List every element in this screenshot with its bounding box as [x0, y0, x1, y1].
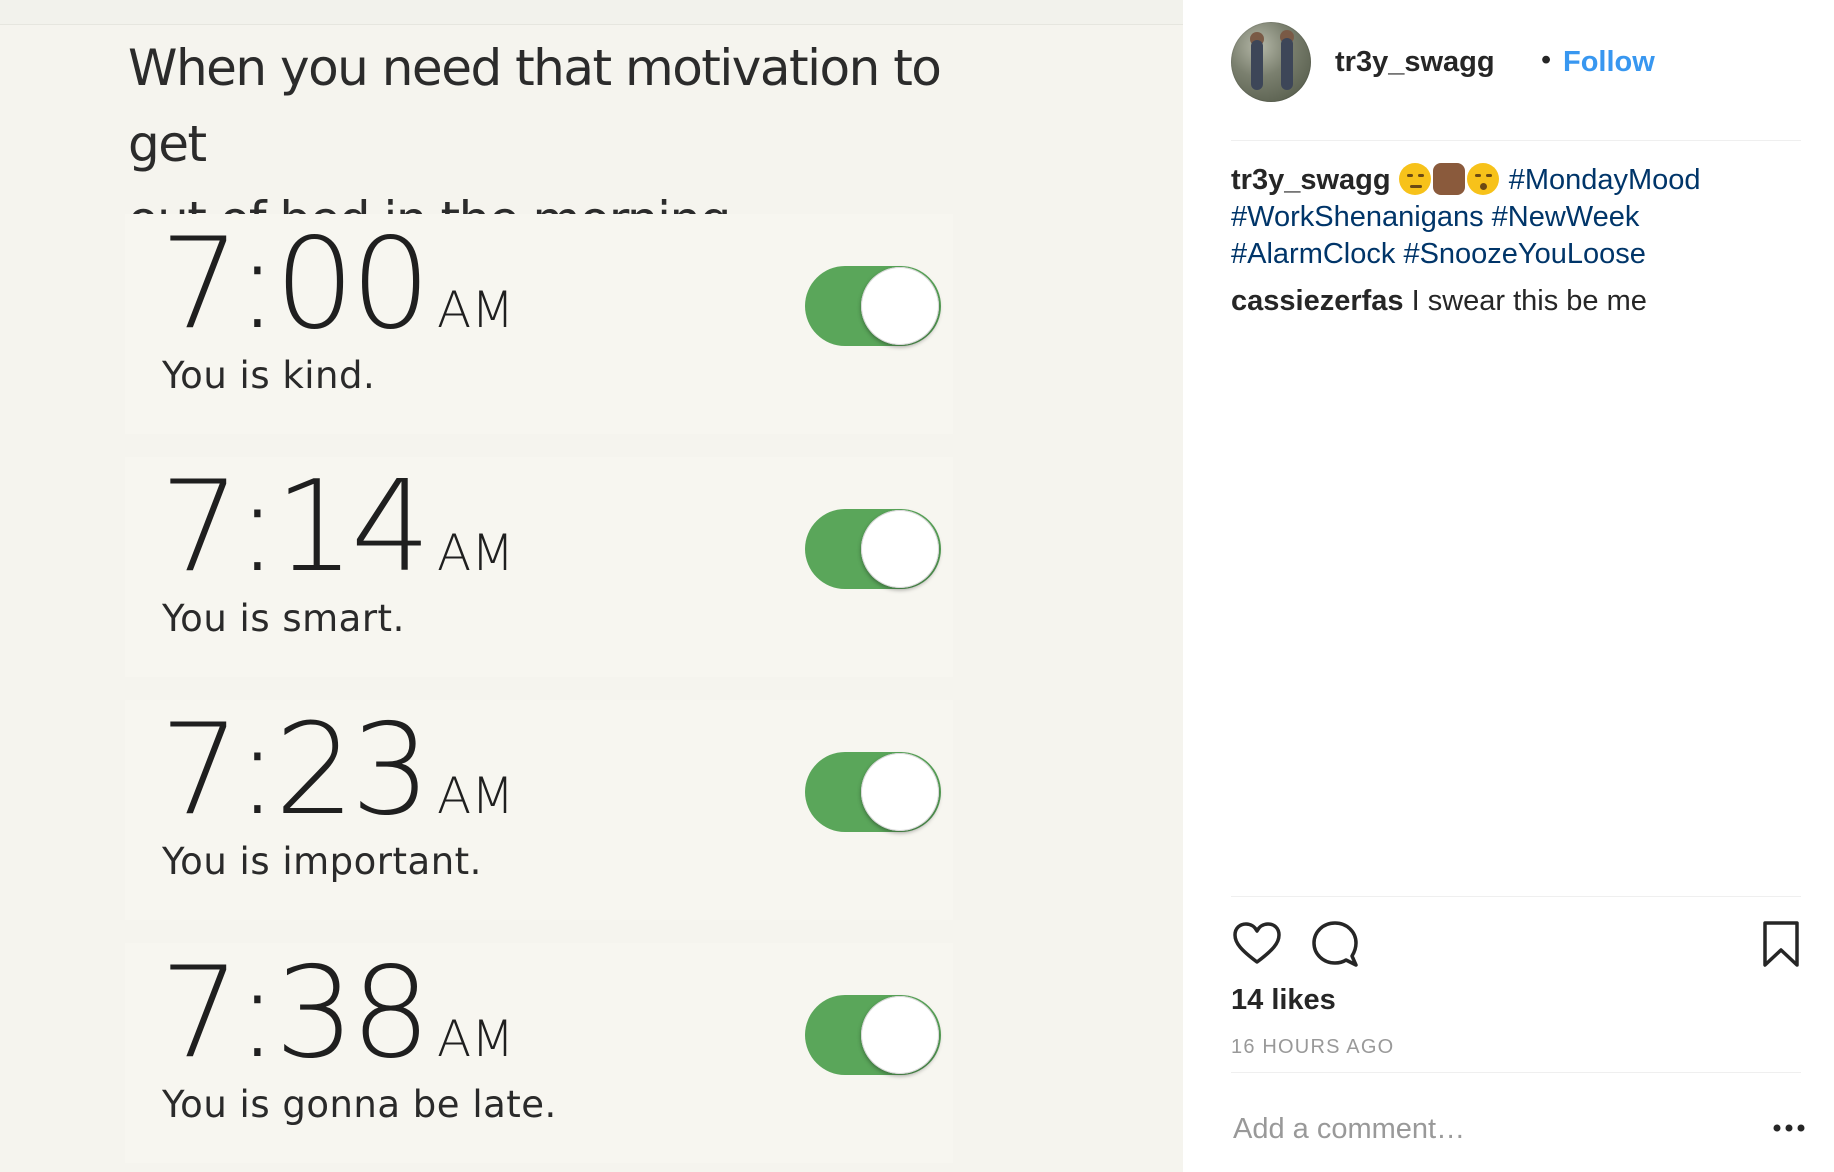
- toggle-knob: [861, 753, 939, 831]
- post-timestamp[interactable]: 16 HOURS AGO: [1231, 1036, 1394, 1059]
- actions-divider: [1231, 896, 1801, 897]
- alarm-label: You is kind.: [162, 354, 376, 397]
- hashtag-link[interactable]: #NewWeek: [1492, 201, 1640, 233]
- caption-comment: tr3y_swagg #MondayMood #WorkShenanigans …: [1231, 162, 1791, 273]
- comment: cassiezerfas I swear this be me: [1231, 283, 1791, 320]
- alarm-ampm: AM: [436, 1010, 515, 1068]
- heart-icon[interactable]: [1231, 918, 1283, 970]
- comment-input-divider: [1231, 1072, 1801, 1073]
- meme-caption-line-1: When you need that motivation to get: [128, 39, 942, 173]
- alarm-row: 7:38 AM You is gonna be late.: [0, 943, 1183, 1163]
- alarm-label: You is smart.: [162, 597, 405, 640]
- avatar[interactable]: [1231, 22, 1311, 102]
- hashtag-link[interactable]: #SnoozeYouLoose: [1403, 238, 1645, 270]
- action-bar: [1231, 918, 1801, 970]
- comment-username-link[interactable]: cassiezerfas: [1231, 285, 1404, 317]
- post-header: tr3y_swagg • Follow: [1231, 22, 1791, 102]
- header-divider: [1231, 140, 1801, 141]
- hashtag-link[interactable]: #AlarmClock: [1231, 238, 1395, 270]
- add-comment-input[interactable]: [1231, 1098, 1715, 1160]
- bookmark-icon[interactable]: [1759, 918, 1803, 970]
- header-username-link[interactable]: tr3y_swagg: [1335, 46, 1495, 79]
- more-options-icon[interactable]: [1769, 1118, 1809, 1138]
- alarm-toggle: [805, 509, 941, 589]
- alarm-toggle: [805, 266, 941, 346]
- caption-username-link[interactable]: tr3y_swagg: [1231, 164, 1391, 196]
- meme-top-bar: [0, 0, 1183, 25]
- alarm-label: You is gonna be late.: [162, 1083, 557, 1126]
- alarm-time-value: 7:14: [160, 453, 431, 600]
- alarm-ampm: AM: [436, 524, 515, 582]
- comment-text: I swear this be me: [1411, 285, 1647, 317]
- follow-button[interactable]: Follow: [1563, 46, 1655, 79]
- avatar-figure-body: [1251, 40, 1263, 90]
- hashtag-link[interactable]: #WorkShenanigans: [1231, 201, 1484, 233]
- kissing-face-emoji-icon: [1466, 163, 1499, 195]
- comments-list: tr3y_swagg #MondayMood #WorkShenanigans …: [1231, 162, 1791, 330]
- man-shrugging-emoji-icon: [1432, 163, 1465, 195]
- toggle-knob: [861, 996, 939, 1074]
- toggle-knob: [861, 510, 939, 588]
- alarm-toggle: [805, 995, 941, 1075]
- comment-icon[interactable]: [1309, 918, 1361, 970]
- alarm-row: 7:14 AM You is smart.: [0, 457, 1183, 677]
- alarm-ampm: AM: [436, 281, 515, 339]
- smirking-face-emoji-icon: [1398, 163, 1431, 195]
- alarm-ampm: AM: [436, 767, 515, 825]
- post-sidebar: tr3y_swagg • Follow tr3y_swagg #MondayMo…: [1183, 0, 1834, 1172]
- alarm-time-value: 7:23: [160, 696, 431, 843]
- alarm-time-value: 7:38: [160, 939, 431, 1086]
- alarm-toggle: [805, 752, 941, 832]
- alarm-label: You is important.: [162, 840, 482, 883]
- alarm-row: 7:23 AM You is important.: [0, 700, 1183, 920]
- post-image[interactable]: When you need that motivation to get out…: [0, 0, 1183, 1172]
- alarm-row: 7:00 AM You is kind.: [0, 214, 1183, 434]
- toggle-knob: [861, 267, 939, 345]
- avatar-figure-body: [1281, 38, 1293, 90]
- header-separator: •: [1541, 44, 1552, 76]
- likes-count[interactable]: 14 likes: [1231, 984, 1336, 1017]
- hashtag-link[interactable]: #MondayMood: [1509, 164, 1701, 196]
- alarm-time-value: 7:00: [160, 210, 431, 357]
